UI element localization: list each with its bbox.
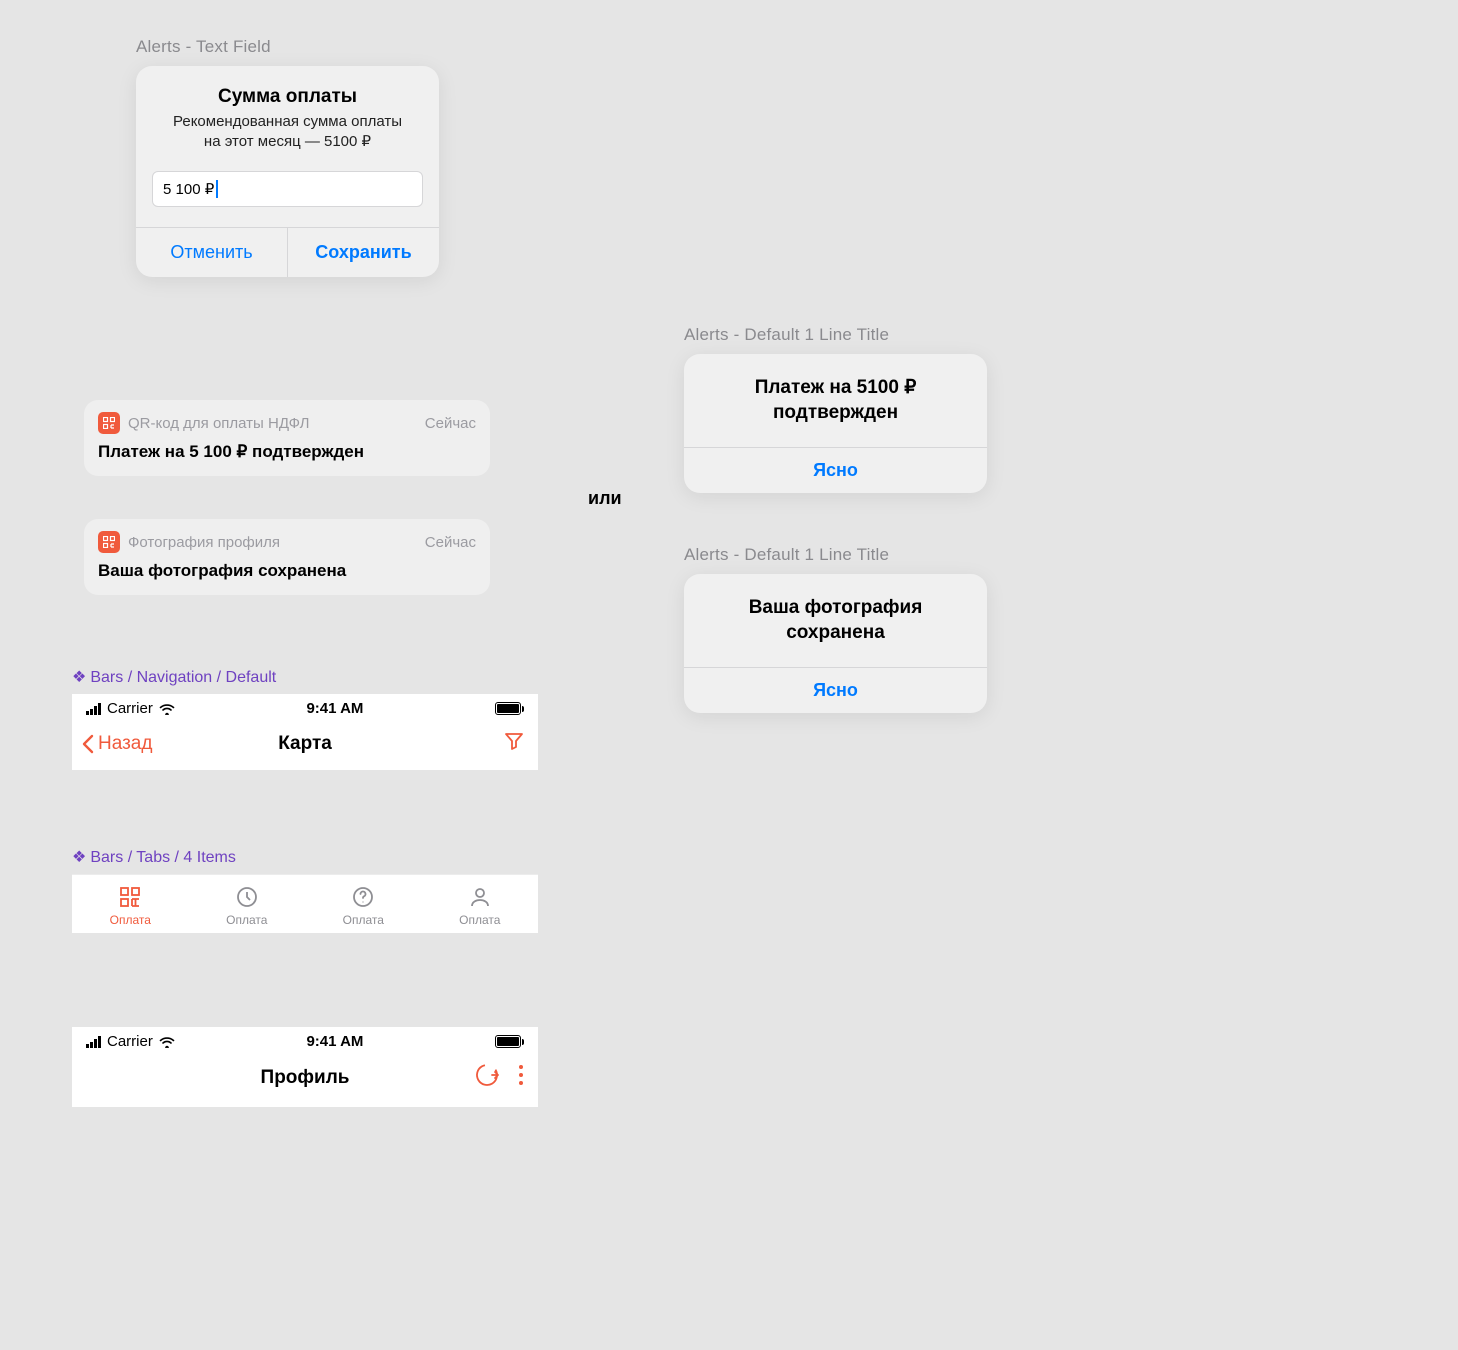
clock-icon bbox=[189, 883, 306, 911]
notification-time: Сейчас bbox=[425, 415, 476, 432]
alert-title: Платеж на 5100 ₽ подтвержден bbox=[704, 376, 967, 425]
signal-icon bbox=[86, 703, 101, 715]
save-button[interactable]: Сохранить bbox=[288, 228, 439, 277]
qr-icon bbox=[72, 883, 189, 911]
status-time: 9:41 AM bbox=[306, 1033, 363, 1050]
back-label: Назад bbox=[98, 733, 152, 755]
qr-app-icon bbox=[98, 412, 120, 434]
filter-button[interactable] bbox=[502, 729, 526, 758]
profile-navbar: Carrier 9:41 AM Профиль bbox=[72, 1027, 538, 1107]
person-icon bbox=[422, 883, 539, 911]
alert-textfield-subtitle: Рекомендованная сумма оплаты на этот мес… bbox=[152, 112, 423, 153]
nav-title: Карта bbox=[278, 733, 332, 755]
ok-button[interactable]: Ясно bbox=[684, 447, 987, 493]
carrier-label: Carrier bbox=[107, 700, 153, 717]
signal-icon bbox=[86, 1036, 101, 1048]
notification-payment[interactable]: QR-код для оплаты НДФЛ Сейчас Платеж на … bbox=[84, 400, 490, 476]
alert-textfield-title: Сумма оплаты bbox=[152, 86, 423, 108]
tab-label: Оплата bbox=[110, 913, 151, 927]
tab-label: Оплата bbox=[343, 913, 384, 927]
notification-source: Фотография профиля bbox=[128, 534, 280, 551]
alert-title: Ваша фотография сохранена bbox=[704, 596, 967, 645]
status-bar: Carrier 9:41 AM bbox=[72, 1027, 538, 1052]
battery-icon bbox=[495, 702, 524, 715]
tab-label: Оплата bbox=[459, 913, 500, 927]
qr-app-icon bbox=[98, 531, 120, 553]
question-icon bbox=[305, 883, 422, 911]
alert-textfield-input-value: 5 100 ₽ bbox=[163, 180, 214, 198]
notification-time: Сейчас bbox=[425, 534, 476, 551]
signout-icon bbox=[474, 1062, 500, 1088]
status-time: 9:41 AM bbox=[306, 700, 363, 717]
funnel-icon bbox=[502, 729, 526, 753]
cancel-button[interactable]: Отменить bbox=[136, 228, 288, 277]
ok-button[interactable]: Ясно bbox=[684, 667, 987, 713]
notification-body: Ваша фотография сохранена bbox=[98, 561, 476, 581]
signout-button[interactable] bbox=[474, 1062, 500, 1093]
wifi-icon bbox=[159, 703, 175, 715]
section-label-alerts-default-1: Alerts - Default 1 Line Title bbox=[684, 325, 889, 345]
alert-textfield: Сумма оплаты Рекомендованная сумма оплат… bbox=[136, 66, 439, 277]
navigation-bar: Carrier 9:41 AM Назад Карта bbox=[72, 694, 538, 770]
diamond-icon: ❖ bbox=[72, 669, 86, 686]
section-label-alerts-default-2: Alerts - Default 1 Line Title bbox=[684, 545, 889, 565]
text-caret-icon bbox=[216, 180, 218, 198]
component-label-tabbar: ❖Bars / Tabs / 4 Items bbox=[72, 847, 236, 867]
battery-icon bbox=[495, 1035, 524, 1048]
section-label-alerts-textfield: Alerts - Text Field bbox=[136, 37, 271, 57]
tab-item-help[interactable]: Оплата bbox=[305, 875, 422, 933]
tab-item-qr[interactable]: Оплата bbox=[72, 875, 189, 933]
notification-source: QR-код для оплаты НДФЛ bbox=[128, 415, 309, 432]
notification-body: Платеж на 5 100 ₽ подтвержден bbox=[98, 442, 476, 462]
component-label-navbar: ❖Bars / Navigation / Default bbox=[72, 667, 276, 687]
tab-item-history[interactable]: Оплата bbox=[189, 875, 306, 933]
back-button[interactable]: Назад bbox=[80, 733, 152, 755]
status-bar: Carrier 9:41 AM bbox=[72, 694, 538, 719]
more-button[interactable] bbox=[518, 1064, 524, 1091]
tab-item-profile[interactable]: Оплата bbox=[422, 875, 539, 933]
diamond-icon: ❖ bbox=[72, 849, 86, 866]
or-label: или bbox=[588, 488, 622, 509]
more-vertical-icon bbox=[518, 1064, 524, 1086]
tab-bar: Оплата Оплата Оплата Оплата bbox=[72, 874, 538, 933]
alert-default-photo: Ваша фотография сохранена Ясно bbox=[684, 574, 987, 713]
nav-title: Профиль bbox=[261, 1067, 350, 1089]
carrier-label: Carrier bbox=[107, 1033, 153, 1050]
chevron-left-icon bbox=[80, 733, 96, 755]
notification-photo[interactable]: Фотография профиля Сейчас Ваша фотографи… bbox=[84, 519, 490, 595]
tab-label: Оплата bbox=[226, 913, 267, 927]
wifi-icon bbox=[159, 1036, 175, 1048]
alert-textfield-input[interactable]: 5 100 ₽ bbox=[152, 171, 423, 207]
alert-default-payment: Платеж на 5100 ₽ подтвержден Ясно bbox=[684, 354, 987, 493]
